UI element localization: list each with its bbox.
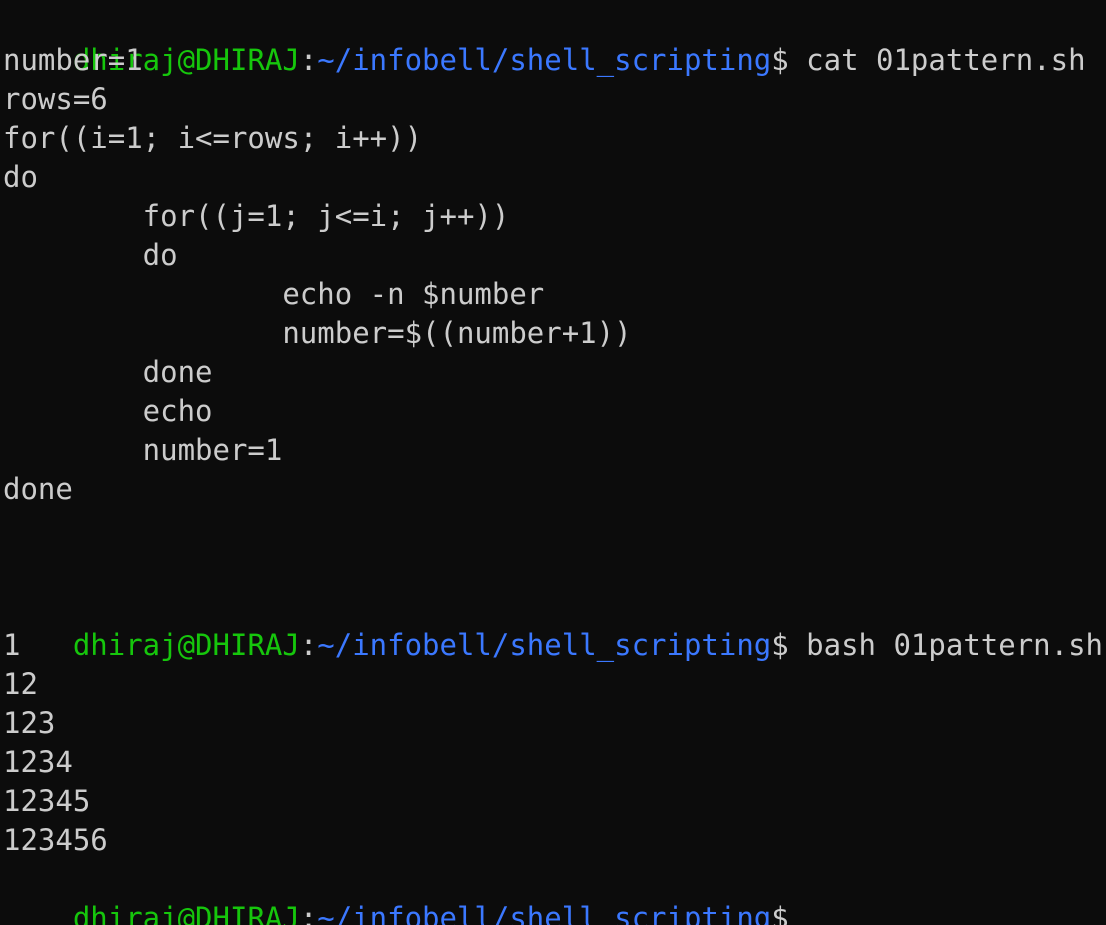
command-text: bash 01pattern.sh: [788, 628, 1103, 662]
output-line: 1234: [3, 745, 73, 779]
output-line: 1: [3, 628, 21, 662]
script-line: do: [3, 238, 178, 272]
script-line: echo -n $number: [3, 277, 545, 311]
output-line: 12345: [3, 784, 91, 818]
prompt-user-host: dhiraj@DHIRAJ: [72, 628, 300, 662]
terminal-window[interactable]: dhiraj@DHIRAJ:~/infobell/shell_scripting…: [0, 0, 1106, 925]
prompt-line: dhiraj@DHIRAJ:~/infobell/shell_scripting…: [3, 587, 1103, 662]
script-line: do: [3, 160, 38, 194]
script-line: for((j=1; j<=i; j++)): [3, 199, 510, 233]
script-line: number=1: [3, 433, 283, 467]
script-line: rows=6: [3, 82, 108, 116]
prompt-path: ~/infobell/shell_scripting: [317, 43, 772, 77]
prompt-path: ~/infobell/shell_scripting: [317, 901, 772, 925]
prompt-line: dhiraj@DHIRAJ:~/infobell/shell_scripting…: [3, 2, 1086, 77]
script-line: done: [3, 355, 213, 389]
prompt-colon: :: [299, 901, 318, 925]
prompt-dollar: $: [771, 43, 789, 77]
command-text: cat 01pattern.sh: [788, 43, 1086, 77]
output-line: 123456: [3, 823, 108, 857]
script-line: number=1: [3, 43, 143, 77]
script-line: number=$((number+1)): [3, 316, 632, 350]
output-line: 12: [3, 667, 38, 701]
prompt-path: ~/infobell/shell_scripting: [317, 628, 772, 662]
prompt-user-host: dhiraj@DHIRAJ: [72, 901, 300, 925]
prompt-dollar: $: [771, 628, 789, 662]
script-line: done: [3, 472, 73, 506]
active-prompt-line[interactable]: dhiraj@DHIRAJ:~/infobell/shell_scripting…: [3, 860, 789, 925]
prompt-colon: :: [299, 628, 318, 662]
prompt-colon: :: [299, 43, 318, 77]
script-line: for((i=1; i<=rows; i++)): [3, 121, 423, 155]
script-line: echo: [3, 394, 213, 428]
output-line: 123: [3, 706, 56, 740]
prompt-dollar: $: [771, 901, 789, 925]
